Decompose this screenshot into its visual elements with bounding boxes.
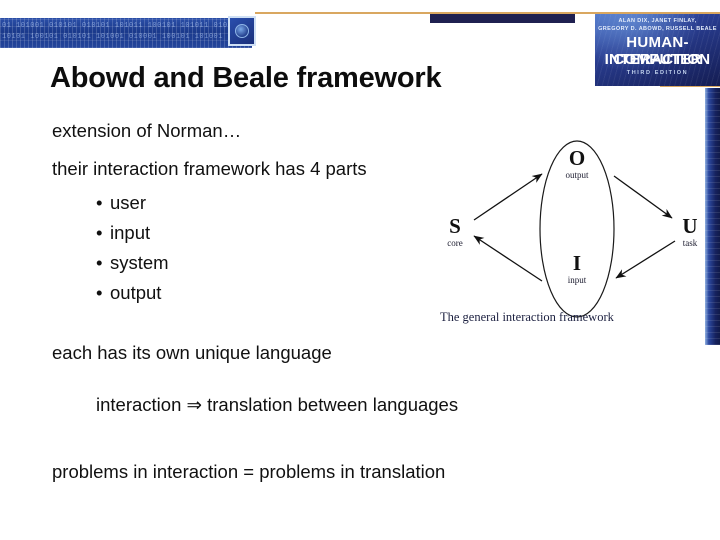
banner-bits-line-1: 01 101001 010101 010101 101011 100101 10… [2,22,252,30]
list-item: • input [96,218,169,248]
book-cover-image: ALAN DIX, JANET FINLAY, GREGORY D. ABOWD… [595,14,720,86]
body-line-extension: extension of Norman… [52,120,242,141]
parts-bullet-list: • user • input • system • output [96,188,169,308]
diagram-node-letter-S: S [449,214,461,238]
navy-accent-bar [430,14,575,23]
diagram-node-sublabel-core: core [447,238,463,248]
edge-output-to-task [613,175,673,219]
edge-core-to-output [473,173,543,221]
diagram-node-sublabel-input: input [567,275,587,285]
diagram-node-letter-O: O [568,146,586,170]
bullet-label-input: input [110,222,151,243]
chip-badge-glyph [235,24,249,38]
chip-badge-icon [228,16,256,46]
book-edition: THIRD EDITION [626,70,689,76]
bullet-marker: • [96,192,103,213]
body-line-interaction-rule: interaction ⇒ translation between langua… [96,394,459,415]
edge-input-to-core [473,235,543,282]
list-item: • output [96,278,169,308]
binary-banner: 01 101001 010101 010101 101011 100101 10… [0,18,252,48]
page-title: Abowd and Beale framework [50,62,442,94]
bullet-label-system: system [110,252,169,273]
bullet-marker: • [96,252,103,273]
diagram-node-sublabel-task: task [682,238,698,248]
diagram-node-letter-I: I [572,251,582,275]
list-item: • system [96,248,169,278]
book-authors-line-1: ALAN DIX, JANET FINLAY, [618,18,697,24]
bullet-label-user: user [110,192,146,213]
diagram-node-letter-U: U [682,214,698,238]
book-title-line-2: INTERACTION [604,51,711,68]
body-line-each-language: each has its own unique language [52,342,332,363]
body-line-parts-intro: their interaction framework has 4 parts [52,158,367,179]
book-authors-line-2: GREGORY D. ABOWD, RUSSELL BEALE [598,25,717,32]
body-line-problems-rule: problems in interaction = problems in tr… [52,461,446,482]
list-item: • user [96,188,169,218]
slide-canvas: 01 101001 010101 010101 101011 100101 10… [0,0,720,540]
bullet-marker: • [96,282,103,303]
diagram-node-sublabel-output: output [565,170,589,180]
diagram-caption: The general interaction framework [440,310,614,324]
book-authors: ALAN DIX, JANET FINLAY, GREGORY D. ABOWD… [595,18,720,33]
banner-bits-line-2: 10101 100101 010101 101001 010001 100101… [2,33,252,41]
bullet-marker: • [96,222,103,243]
edge-task-to-input [615,240,676,279]
bullet-label-output: output [110,282,162,303]
general-interaction-framework-diagram: S core O output I input U task The gener… [432,126,720,341]
